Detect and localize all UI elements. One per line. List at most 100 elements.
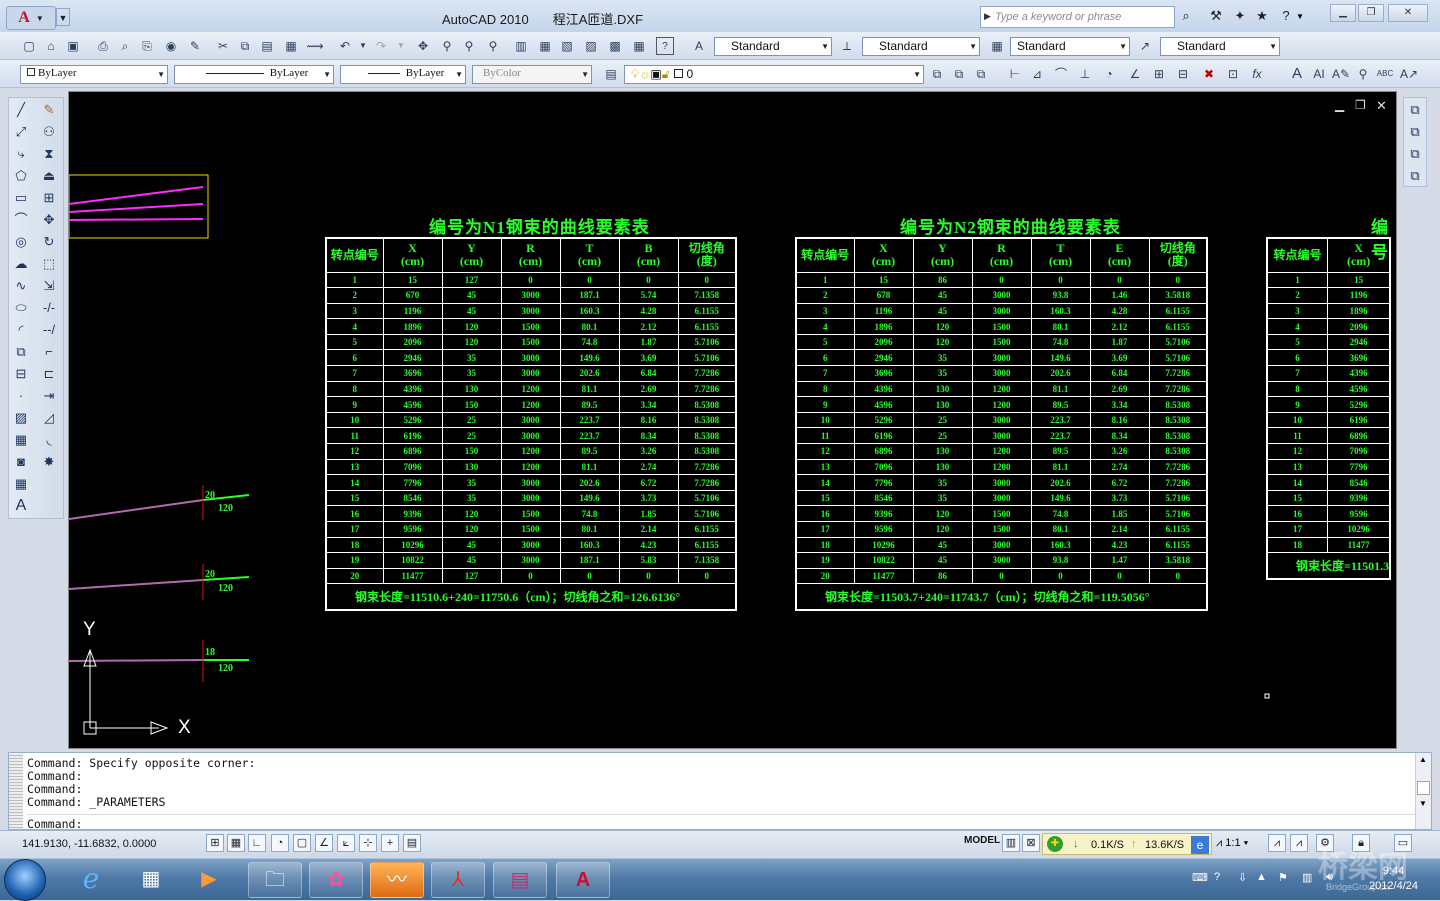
annotation-visibility-icon[interactable]: ⩘ xyxy=(1268,834,1286,852)
quickcalc-icon[interactable]: ▦ xyxy=(630,37,648,55)
markup-icon[interactable]: ✎ xyxy=(186,37,204,55)
minimize-icon[interactable]: ▁ xyxy=(1330,4,1356,22)
grid-icon[interactable]: ▦ xyxy=(227,834,245,852)
plot-preview-icon[interactable]: ⌕ xyxy=(116,37,134,55)
text-scale-icon[interactable]: A↗ xyxy=(1400,65,1418,83)
fillet-icon[interactable]: ◟ xyxy=(39,430,59,450)
point-icon[interactable]: · xyxy=(11,386,31,406)
ducs-icon[interactable]: ⟀ xyxy=(337,834,355,852)
help-tray-icon[interactable]: ? xyxy=(1214,871,1220,883)
multiline-text-tool-icon[interactable]: A xyxy=(11,496,31,516)
insert-block-icon[interactable]: ⧉ xyxy=(11,342,31,362)
region-icon[interactable]: ◙ xyxy=(11,452,31,472)
explode-icon[interactable]: ✸ xyxy=(39,452,59,472)
wrench-icon[interactable]: ⚒ xyxy=(1206,8,1226,26)
paste-block-icon[interactable]: ▦ xyxy=(282,37,300,55)
table-style-icon[interactable]: ▦ xyxy=(988,37,1006,55)
autocad-icon[interactable]: A xyxy=(556,862,610,898)
ortho-icon[interactable]: ∟ xyxy=(248,834,266,852)
copy-icon[interactable]: ⧉ xyxy=(236,37,254,55)
annotation-scale[interactable]: ⩘ 1:1 ▾ xyxy=(1216,837,1248,850)
stretch-icon[interactable]: ⇲ xyxy=(39,276,59,296)
acrobat-icon[interactable]: ⅄ xyxy=(431,862,485,898)
rotate-icon[interactable]: ↻ xyxy=(39,232,59,252)
scroll-up-icon[interactable]: ▲ xyxy=(1419,755,1427,764)
revision-cloud-icon[interactable]: ☁︎ xyxy=(11,254,31,274)
quick-access-dropdown[interactable]: ▼ xyxy=(56,8,70,26)
layout-icon[interactable]: ▥ xyxy=(1002,834,1020,852)
polyline-icon[interactable]: ⤷ xyxy=(11,144,31,164)
coordinate-readout[interactable]: 141.9130, -11.6832, 0.0000 xyxy=(22,838,156,850)
binoculars-icon[interactable]: ⌕ xyxy=(1176,8,1196,26)
publish-icon[interactable]: ⎘ xyxy=(138,37,156,55)
picasa-icon[interactable]: ✿ xyxy=(309,862,363,898)
hatch-icon[interactable]: ▨ xyxy=(11,408,31,428)
keyboard-icon[interactable]: ⌨ xyxy=(1192,871,1208,884)
help-button-icon[interactable]: ? xyxy=(656,37,674,55)
spell-check-icon[interactable]: ABC xyxy=(1376,65,1394,83)
infer-constraints-icon[interactable]: ⊞ xyxy=(206,834,224,852)
open-icon[interactable]: ⌂ xyxy=(42,37,60,55)
arc-icon[interactable]: ⌒ xyxy=(11,210,31,230)
help-icon[interactable]: ? xyxy=(1276,8,1296,26)
erase-icon[interactable]: ✎ xyxy=(39,100,59,120)
quick-properties-icon[interactable]: ▤ xyxy=(403,834,421,852)
save-icon[interactable]: ▣ xyxy=(64,37,82,55)
winrar-icon[interactable]: ▤ xyxy=(493,862,547,898)
tolerance-icon[interactable]: ⊡ xyxy=(1224,65,1242,83)
dim-arc-icon[interactable]: ⌒ xyxy=(1052,65,1070,83)
media-player-icon[interactable]: ▶ xyxy=(182,862,236,898)
file-explorer-icon[interactable]: 🗀︎ xyxy=(248,862,302,898)
linetype-select[interactable]: ByLayer ▼ xyxy=(174,65,334,84)
table-icon[interactable]: ▦ xyxy=(11,474,31,494)
trim-icon[interactable]: -/- xyxy=(39,298,59,318)
otrack-icon[interactable]: ∠ xyxy=(315,834,333,852)
properties-icon[interactable]: ▥ xyxy=(512,37,530,55)
formula-icon[interactable]: fx xyxy=(1248,65,1266,83)
zoom-window-icon[interactable]: ⚲ xyxy=(460,37,478,55)
windows-start-icon[interactable] xyxy=(4,859,46,901)
paste-icon[interactable]: ▤ xyxy=(258,37,276,55)
text-style-icon[interactable]: A xyxy=(690,37,708,55)
line-icon[interactable]: ╱ xyxy=(11,100,31,120)
scroll-thumb[interactable] xyxy=(1417,781,1430,795)
flag-icon[interactable]: ⚑ xyxy=(1278,871,1288,884)
zoom-realtime-icon[interactable]: ⚲ xyxy=(438,37,456,55)
design-center-icon[interactable]: ▦ xyxy=(536,37,554,55)
text-style-select[interactable]: Standard ▼ xyxy=(714,37,832,56)
multiline-text-icon[interactable]: A xyxy=(1288,65,1306,83)
undo-dropdown-icon[interactable]: ▼ xyxy=(354,37,372,55)
undo-icon[interactable]: ↶ xyxy=(336,37,354,55)
quick-view-icon[interactable]: ⊠ xyxy=(1022,834,1040,852)
move-icon[interactable]: ✥ xyxy=(39,210,59,230)
matlab-icon[interactable]: 〰 xyxy=(370,862,424,898)
construction-line-icon[interactable]: ⤢ xyxy=(11,122,31,142)
dim-break-icon[interactable]: ✖ xyxy=(1200,65,1218,83)
scroll-down-icon[interactable]: ▼ xyxy=(1419,799,1427,808)
make-block-icon[interactable]: ⊟ xyxy=(11,364,31,384)
plot-icon[interactable]: ⎙ xyxy=(94,37,112,55)
single-line-text-icon[interactable]: AI xyxy=(1310,65,1328,83)
zoom-previous-icon[interactable]: ⚲ xyxy=(484,37,502,55)
dim-style-select[interactable]: Standard ▼ xyxy=(862,37,980,56)
help-search-input[interactable]: ▶ Type a keyword or phrase xyxy=(980,6,1175,28)
command-prompt-input[interactable]: Command: xyxy=(27,817,82,831)
polygon-icon[interactable]: ⬠ xyxy=(11,166,31,186)
array-icon[interactable]: ⊞ xyxy=(39,188,59,208)
break-icon[interactable]: ⊏ xyxy=(39,364,59,384)
command-line-grip[interactable] xyxy=(9,753,23,829)
model-space-button[interactable]: MODEL xyxy=(964,835,1000,846)
plotstyle-select[interactable]: ByColor ▼ xyxy=(472,65,592,84)
auto-scale-icon[interactable]: ⩘ xyxy=(1290,834,1308,852)
layer-states-icon[interactable]: ⧉ xyxy=(972,65,990,83)
draw-order-back-icon[interactable]: ⧉ xyxy=(1405,122,1425,142)
copy-object-icon[interactable]: ⚇ xyxy=(39,122,59,142)
layer-properties-icon[interactable]: ▤ xyxy=(602,65,620,83)
make-object-layer-current-icon[interactable]: ⧉ xyxy=(928,65,946,83)
osnap-icon[interactable]: ▢ xyxy=(293,834,311,852)
extend-icon[interactable]: --/ xyxy=(39,320,59,340)
3d-dwf-icon[interactable]: ◉ xyxy=(162,37,180,55)
show-hidden-icon[interactable]: ▲ xyxy=(1256,871,1267,883)
restore-icon[interactable]: ❐ xyxy=(1358,4,1384,22)
dim-baseline-icon[interactable]: ⊞ xyxy=(1150,65,1168,83)
